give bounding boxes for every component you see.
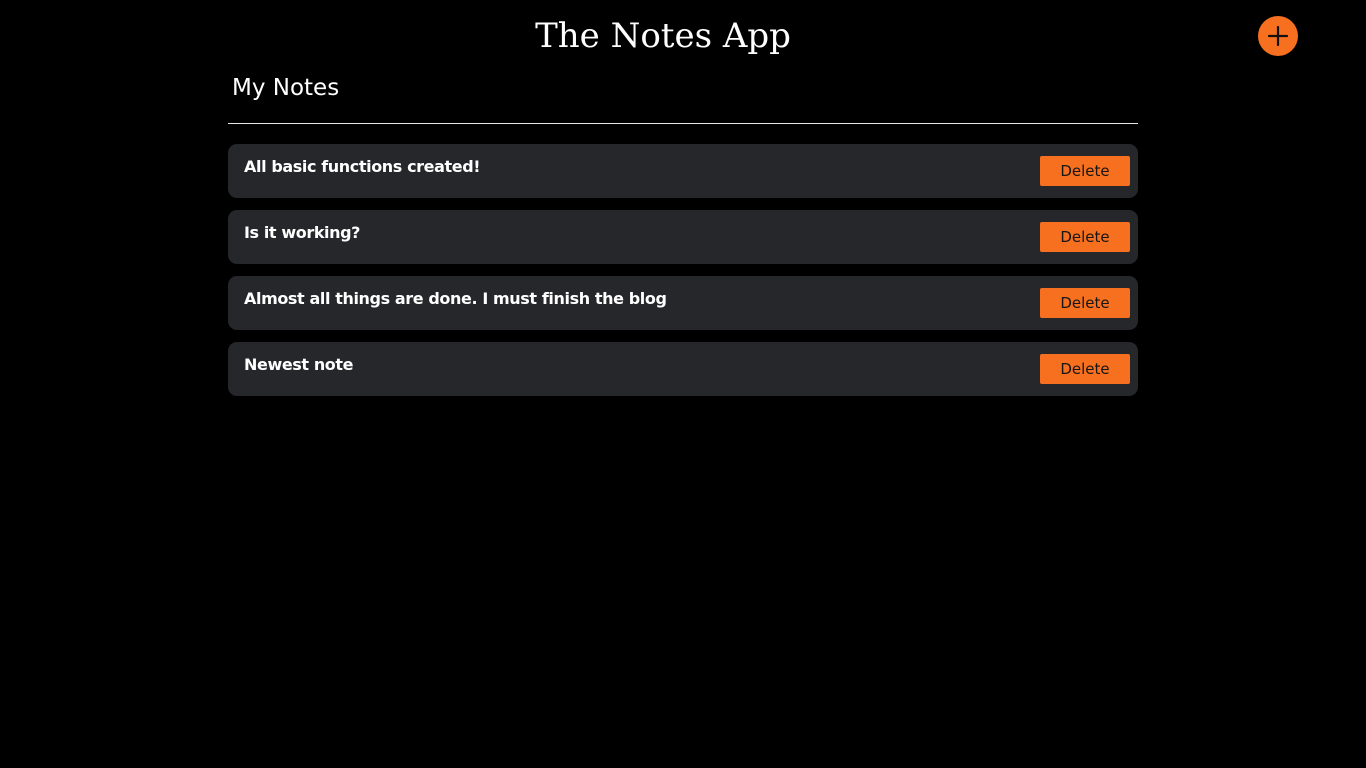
delete-note-button[interactable]: Delete [1040, 156, 1130, 186]
note-card: Newest note Delete [228, 342, 1138, 396]
section-divider [228, 123, 1138, 124]
note-card: Is it working? Delete [228, 210, 1138, 264]
note-text: Newest note [244, 355, 354, 374]
delete-note-button[interactable]: Delete [1040, 288, 1130, 318]
notes-list: All basic functions created! Delete Is i… [228, 144, 1138, 396]
note-text: Almost all things are done. I must finis… [244, 289, 667, 308]
section-title: My Notes [232, 75, 340, 101]
add-note-button[interactable] [1258, 16, 1298, 56]
notes-panel: My Notes All basic functions created! De… [228, 70, 1138, 408]
note-card: Almost all things are done. I must finis… [228, 276, 1138, 330]
delete-note-button[interactable]: Delete [1040, 222, 1130, 252]
plus-icon [1267, 25, 1289, 47]
note-text: All basic functions created! [244, 157, 481, 176]
app-title: The Notes App [535, 16, 791, 56]
delete-note-button[interactable]: Delete [1040, 354, 1130, 384]
note-card: All basic functions created! Delete [228, 144, 1138, 198]
note-text: Is it working? [244, 223, 361, 242]
